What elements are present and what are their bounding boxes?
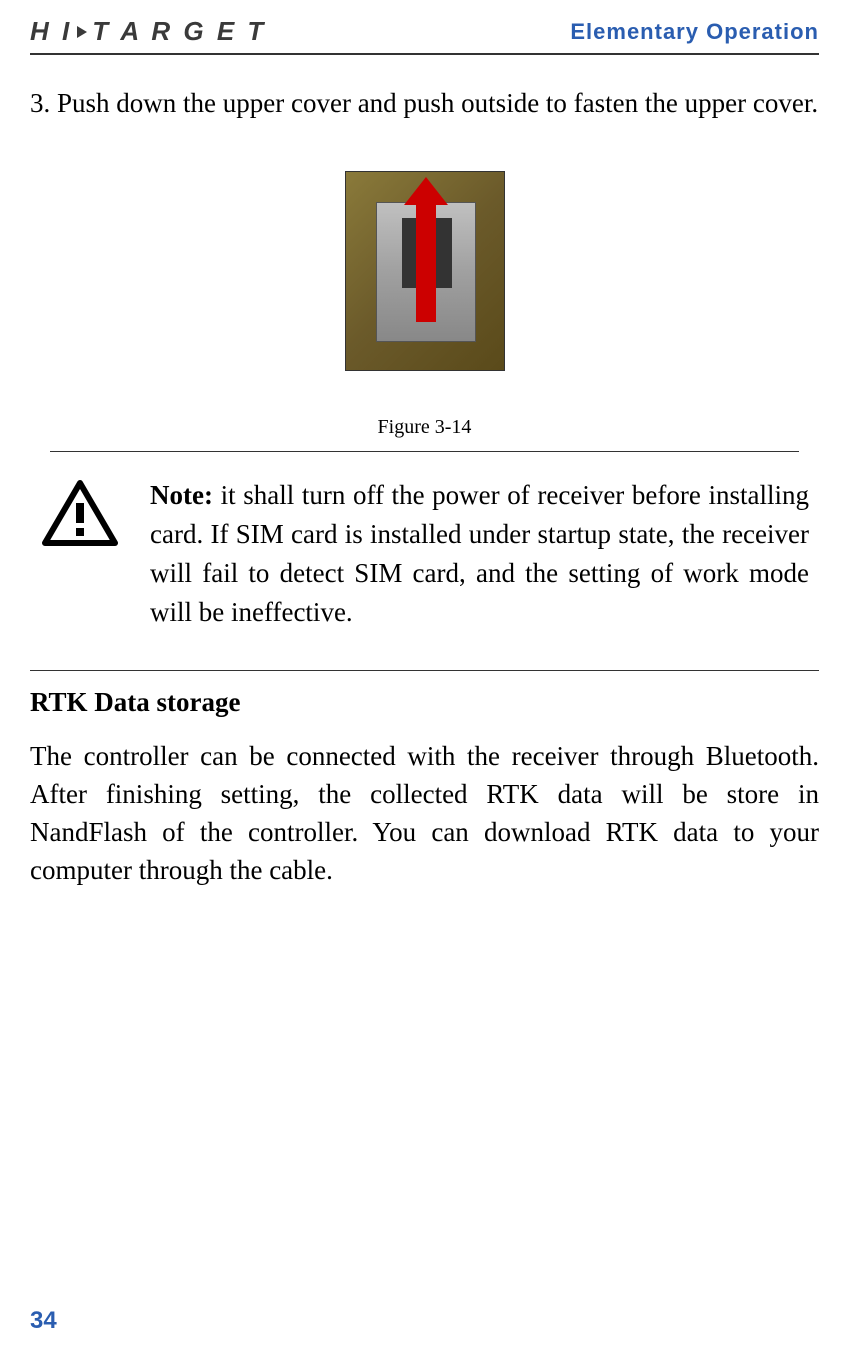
figure-image — [345, 171, 505, 371]
brand-logo: H I T A R G E T — [30, 16, 266, 47]
warning-icon — [40, 478, 120, 553]
rtk-heading: RTK Data storage — [30, 687, 819, 718]
figure-caption: Figure 3-14 — [30, 416, 819, 439]
note-container: Note: it shall turn off the power of rec… — [30, 476, 819, 633]
rtk-body-text: The controller can be connected with the… — [30, 738, 819, 889]
red-arrow-icon — [416, 202, 436, 322]
note-text-block: Note: it shall turn off the power of rec… — [150, 476, 809, 633]
page-number: 34 — [30, 1307, 57, 1335]
step-3-text: 3. Push down the upper cover and push ou… — [30, 85, 819, 123]
page-header: H I T A R G E T Elementary Operation — [30, 16, 819, 55]
logo-text-part1: H I — [30, 16, 72, 47]
note-label: Note: — [150, 480, 213, 510]
note-body: it shall turn off the power of receiver … — [150, 480, 809, 627]
figure-container: Figure 3-14 — [30, 171, 819, 439]
logo-text-part2: T A R G E T — [92, 16, 266, 47]
divider-above-note — [50, 451, 800, 452]
header-section-title: Elementary Operation — [570, 19, 819, 45]
divider-below-note — [30, 670, 819, 671]
logo-triangle-icon — [77, 26, 87, 38]
